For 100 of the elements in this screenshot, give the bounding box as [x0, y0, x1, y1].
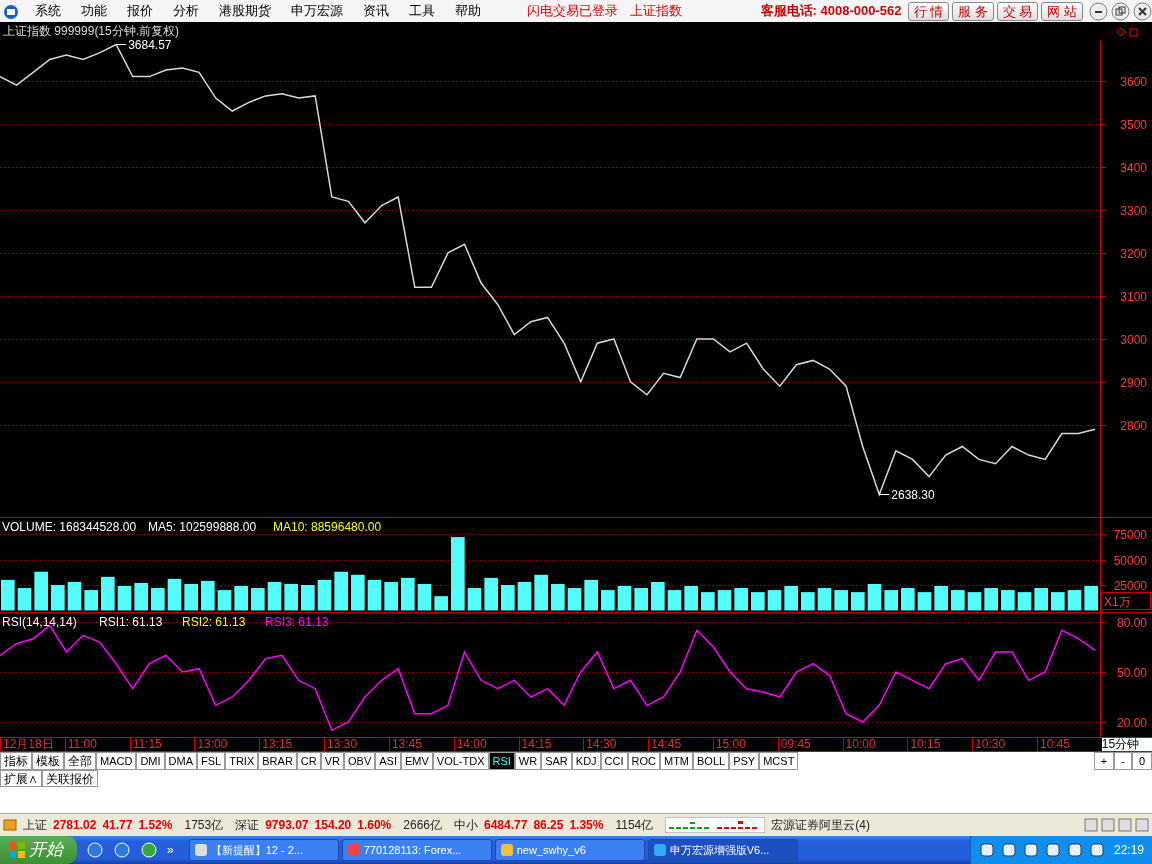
time-label: 14:15: [518, 738, 584, 751]
indicator-tab[interactable]: VOL-TDX: [432, 752, 489, 770]
menu-item[interactable]: 工具: [399, 1, 445, 21]
axis-label: 2800: [1120, 418, 1147, 433]
index-value: 2781.02: [53, 817, 97, 834]
taskbar-button[interactable]: 【新提醒】12 - 2...: [188, 839, 339, 861]
diamond-square-icon[interactable]: [1116, 26, 1140, 37]
index-change: 86.25: [533, 817, 564, 834]
nav-button[interactable]: 网 站: [1041, 1, 1083, 21]
indicator-tab[interactable]: PSY: [729, 752, 760, 770]
overflow-chevron[interactable]: »: [167, 841, 174, 859]
indicator-tab[interactable]: WR: [514, 752, 542, 770]
volume-bar: [534, 574, 548, 611]
indicator-tab[interactable]: 模板: [32, 752, 64, 770]
volume-bar: [434, 596, 448, 611]
turnover-text: 2666亿: [403, 817, 442, 834]
zoom-button[interactable]: +: [1093, 752, 1115, 770]
indicator-tab[interactable]: VR: [320, 752, 344, 770]
volume-bar: [601, 590, 615, 611]
volume-bar: [1084, 586, 1098, 611]
volume-bar: [967, 592, 982, 611]
annotation: 3684.57: [128, 37, 172, 52]
volume-bar: [1001, 590, 1015, 611]
indicator-tab[interactable]: KDJ: [571, 752, 601, 770]
indicator-tab[interactable]: DMI: [136, 752, 165, 770]
zoom-button[interactable]: -: [1114, 752, 1132, 770]
menu-item[interactable]: 功能: [71, 1, 117, 21]
zoom-button[interactable]: 0: [1131, 752, 1152, 770]
indicator-tab[interactable]: CCI: [600, 752, 628, 770]
nav-button[interactable]: 服 务: [952, 1, 994, 21]
indicator-tab[interactable]: SAR: [541, 752, 572, 770]
taskbar-button[interactable]: 申万宏源增强版V6...: [647, 839, 798, 861]
status-text: 上证指数: [630, 2, 682, 21]
volume-bar: [701, 592, 715, 611]
period-label[interactable]: 15分钟: [1101, 738, 1152, 751]
status-text: 闪电交易已登录: [527, 2, 618, 21]
taskbar-button[interactable]: 770128113: Forex...: [341, 839, 492, 861]
volume-bar: [667, 590, 682, 611]
taskbar-button[interactable]: new_swhy_v6: [494, 839, 645, 861]
indicator-tab[interactable]: DMA: [164, 752, 197, 770]
volume-bar: [1, 579, 15, 611]
indicator-tab[interactable]: BRAR: [258, 752, 297, 770]
minimize-icon[interactable]: [1089, 1, 1108, 21]
legend-text: MA10: 88596480.00: [273, 520, 382, 534]
volume-bar: [401, 577, 415, 611]
axis-label: 3500: [1120, 117, 1147, 132]
menu-item[interactable]: 申万宏源: [281, 1, 353, 21]
index-value: 9793.07: [265, 817, 309, 834]
volume-bar: [517, 581, 532, 611]
folder-icon: [3, 818, 17, 832]
legend-text: RSI2: 61.13: [182, 615, 246, 629]
nav-button[interactable]: 行 情: [907, 1, 950, 21]
time-label: 14:30: [583, 738, 649, 751]
nav-button[interactable]: 交 易: [996, 1, 1039, 21]
volume-bar: [917, 592, 932, 611]
menu-item[interactable]: 资讯: [353, 1, 399, 21]
indicator-tab[interactable]: TRIX: [225, 752, 259, 770]
indicator-tab[interactable]: OBV: [344, 752, 376, 770]
indicator-tab[interactable]: ROC: [627, 752, 660, 770]
menu-item[interactable]: 分析: [163, 1, 209, 21]
menu-item[interactable]: 报价: [117, 1, 163, 21]
volume-bar: [17, 588, 32, 611]
time-label: 12月18日: [0, 738, 65, 751]
volume-bar: [367, 579, 382, 611]
index-name: 上证: [23, 817, 47, 834]
axis-label: 3400: [1120, 160, 1147, 175]
legend-text: RSI(14,14,14): [2, 615, 77, 629]
time-label: 10:00: [842, 738, 908, 751]
volume-bar: [101, 576, 115, 611]
indicator-tab[interactable]: 全部: [64, 752, 96, 770]
menu-item[interactable]: 系统: [25, 1, 71, 21]
indicator-tab[interactable]: 指标: [0, 752, 32, 770]
indicator-tab[interactable]: EMV: [400, 752, 433, 770]
menu-item[interactable]: 港股期货: [209, 1, 281, 21]
sub-tab[interactable]: 关联报价: [42, 770, 98, 787]
volume-bar: [117, 586, 132, 611]
index-change: 41.77: [102, 817, 133, 834]
indicator-tab[interactable]: CR: [296, 752, 321, 770]
indicator-tab[interactable]: MCST: [759, 752, 799, 770]
volume-bar: [901, 588, 915, 611]
axis-label: 3300: [1120, 203, 1147, 218]
volume-bar: [201, 580, 215, 611]
index-percent: 1.60%: [357, 817, 392, 834]
time-label: 14:45: [648, 738, 713, 751]
market-breadth-icon: [665, 817, 766, 833]
indicator-tab[interactable]: RSI: [488, 752, 515, 770]
restore-icon[interactable]: [1111, 1, 1130, 21]
volume-bar: [984, 588, 998, 611]
indicator-tab[interactable]: FSL: [197, 752, 226, 770]
server-name: 宏源证券阿里云(4): [771, 817, 870, 834]
indicator-tab[interactable]: ASI: [375, 752, 401, 770]
indicator-tab[interactable]: MACD: [96, 752, 137, 770]
indicator-tab[interactable]: MTM: [660, 752, 694, 770]
sub-tab[interactable]: 扩展∧: [0, 770, 42, 787]
volume-bar: [584, 579, 598, 611]
indicator-tab[interactable]: BOLL: [693, 752, 730, 770]
time-label: 13:45: [388, 738, 454, 751]
close-icon[interactable]: [1133, 1, 1152, 21]
annotation-label: 2638.30: [878, 487, 935, 502]
menu-item[interactable]: 帮助: [445, 1, 491, 21]
